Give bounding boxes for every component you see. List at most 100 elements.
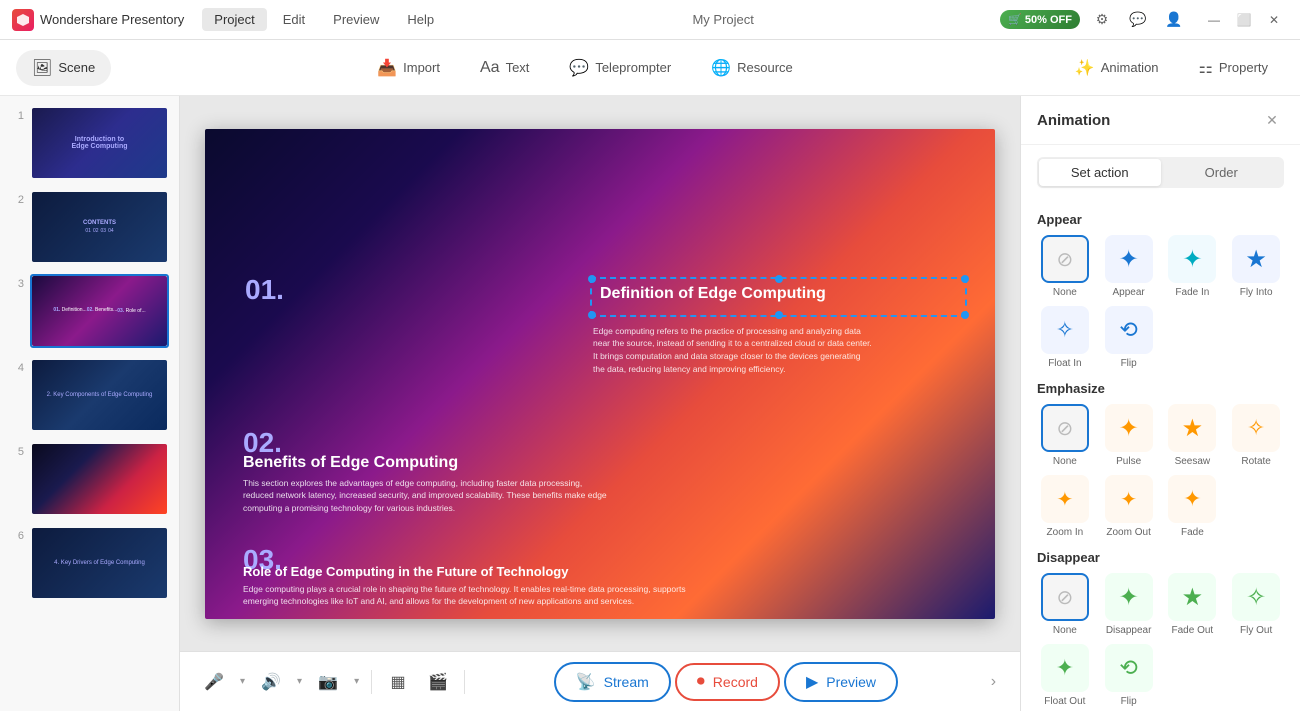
anim-disappear-none[interactable]: ⊘ None [1037,573,1093,636]
point-03-content: Role of Edge Computing in the Future of … [243,564,715,609]
import-button[interactable]: 📥 Import [361,50,456,86]
stream-button[interactable]: 📡 Stream [554,662,671,702]
close-button[interactable]: ✕ [1260,6,1288,34]
slide-thumb: CONTENTS 01020304 [30,190,169,264]
settings-icon[interactable]: ⚙ [1088,6,1116,34]
preview-icon: ▶ [806,672,818,692]
resize-handle-tc[interactable] [775,275,783,283]
video-icon[interactable]: 🎬 [420,664,456,700]
camera-dropdown-arrow[interactable]: ▾ [350,674,363,689]
resource-icon: 🌐 [711,58,731,78]
resize-handle-tl[interactable] [588,275,596,283]
property-button[interactable]: ⚏ Property [1183,50,1284,86]
slide-item[interactable]: 4 2. Key Components of Edge Computing [8,356,171,434]
anim-appear-floatin[interactable]: ✧ Float In [1037,306,1093,369]
appear-section-title: Appear [1037,212,1284,227]
tab-set-action[interactable]: Set action [1039,159,1161,186]
scene-button[interactable]: 🖼 Scene [16,50,111,86]
chat-icon[interactable]: 💬 [1124,6,1152,34]
maximize-button[interactable]: ⬜ [1230,6,1258,34]
record-icon: ⏺ [697,673,705,691]
canvas-wrapper[interactable]: 01. Definition of Edge Computing [180,96,1020,651]
animation-icon: ✨ [1075,58,1095,78]
project-name: My Project [456,12,990,27]
main-content: 1 Introduction toEdge Computing 2 CONTEN… [0,96,1300,711]
anim-emphasize-rotate[interactable]: ✧ Rotate [1228,404,1284,467]
slide-item[interactable]: 6 4. Key Drivers of Edge Computing [8,524,171,602]
panel-body: Appear ⊘ None ✦ Appear ✦ [1021,200,1300,711]
bottom-bar: 🎤 ▾ 🔊 ▾ 📷 ▾ ▦ 🎬 📡 Stream ⏺ Record ▶ Prev… [180,651,1020,711]
resize-handle-bl[interactable] [588,311,596,319]
camera-icon[interactable]: 📷 [310,664,346,700]
nav-edit[interactable]: Edit [271,8,317,31]
disappear-grid: ⊘ None ✦ Disappear ★ Fade Out [1037,573,1284,707]
slide-thumb [30,442,169,516]
slide-panel: 1 Introduction toEdge Computing 2 CONTEN… [0,96,180,711]
anim-appear-none[interactable]: ⊘ None [1037,235,1093,298]
anim-emphasize-seesaw[interactable]: ★ Seesaw [1165,404,1221,467]
slide-item[interactable]: 2 CONTENTS 01020304 [8,188,171,266]
appear-grid: ⊘ None ✦ Appear ✦ Fade In [1037,235,1284,369]
app-logo: Wondershare Presentory [12,9,184,31]
next-arrow[interactable]: › [983,669,1004,695]
emphasize-section-title: Emphasize [1037,381,1284,396]
teleprompter-button[interactable]: 💬 Teleprompter [553,50,687,86]
nav-help[interactable]: Help [395,8,446,31]
panel-close-button[interactable]: ✕ [1260,108,1284,132]
layout-icon[interactable]: ▦ [380,664,416,700]
preview-button[interactable]: ▶ Preview [784,662,898,702]
slide-thumb: 4. Key Drivers of Edge Computing [30,526,169,600]
resource-button[interactable]: 🌐 Resource [695,50,809,86]
speaker-dropdown-arrow[interactable]: ▾ [293,674,306,689]
tab-order[interactable]: Order [1161,159,1283,186]
point-01-text: Edge computing refers to the practice of… [593,325,965,376]
mic-dropdown-arrow[interactable]: ▾ [236,674,249,689]
app-name: Wondershare Presentory [40,12,184,27]
resize-handle-br[interactable] [961,311,969,319]
anim-disappear-disappear[interactable]: ✦ Disappear [1101,573,1157,636]
resize-handle-bc[interactable] [775,311,783,319]
anim-disappear-fadeout[interactable]: ★ Fade Out [1165,573,1221,636]
slide-thumb: 01. Definition... 02. Benefits... 03. Ro… [30,274,169,348]
scene-icon: 🖼 [32,58,52,78]
anim-emphasize-pulse[interactable]: ✦ Pulse [1101,404,1157,467]
anim-appear-fadein[interactable]: ✦ Fade In [1165,235,1221,298]
anim-emphasize-fade[interactable]: ✦ Fade [1165,475,1221,538]
animation-button[interactable]: ✨ Animation [1059,50,1175,86]
anim-disappear-flip[interactable]: ⟲ Flip [1101,644,1157,707]
import-icon: 📥 [377,58,397,78]
user-icon[interactable]: 👤 [1160,6,1188,34]
property-icon: ⚏ [1199,58,1213,78]
point-02-content: Benefits of Edge Computing This section … [243,454,615,515]
minimize-button[interactable]: — [1200,6,1228,34]
nav-project[interactable]: Project [202,8,266,31]
resize-handle-tr[interactable] [961,275,969,283]
anim-emphasize-zoomin[interactable]: ✦ Zoom In [1037,475,1093,538]
discount-badge[interactable]: 🛒 50% OFF [1000,10,1080,29]
slide-item[interactable]: 1 Introduction toEdge Computing [8,104,171,182]
point-01-title: Definition of Edge Computing [600,285,957,303]
anim-disappear-flyout[interactable]: ✧ Fly Out [1228,573,1284,636]
microphone-icon[interactable]: 🎤 [196,664,232,700]
anim-appear-flip[interactable]: ⟲ Flip [1101,306,1157,369]
anim-disappear-floatout[interactable]: ✦ Float Out [1037,644,1093,707]
panel-tabs: Set action Order [1037,157,1284,188]
slide-canvas: 01. Definition of Edge Computing [205,129,995,619]
slide-item[interactable]: 5 [8,440,171,518]
slide-item-active[interactable]: 3 01. Definition... 02. Benefits... 03. … [8,272,171,350]
anim-emphasize-none[interactable]: ⊘ None [1037,404,1093,467]
anim-appear-flyinto[interactable]: ★ Fly Into [1228,235,1284,298]
nav-preview[interactable]: Preview [321,8,391,31]
panel-header: Animation ✕ [1021,96,1300,145]
speaker-icon[interactable]: 🔊 [253,664,289,700]
animation-panel: Animation ✕ Set action Order Appear ⊘ No… [1020,96,1300,711]
text-button[interactable]: Aa Text [464,51,545,85]
anim-appear-appear[interactable]: ✦ Appear [1101,235,1157,298]
anim-emphasize-zoomout[interactable]: ✦ Zoom Out [1101,475,1157,538]
point-01: 01. [245,274,284,310]
text-icon: Aa [480,59,500,77]
selection-container[interactable]: Definition of Edge Computing [590,277,967,317]
teleprompter-icon: 💬 [569,58,589,78]
panel-title: Animation [1037,112,1110,129]
record-button[interactable]: ⏺ Record [675,663,780,701]
